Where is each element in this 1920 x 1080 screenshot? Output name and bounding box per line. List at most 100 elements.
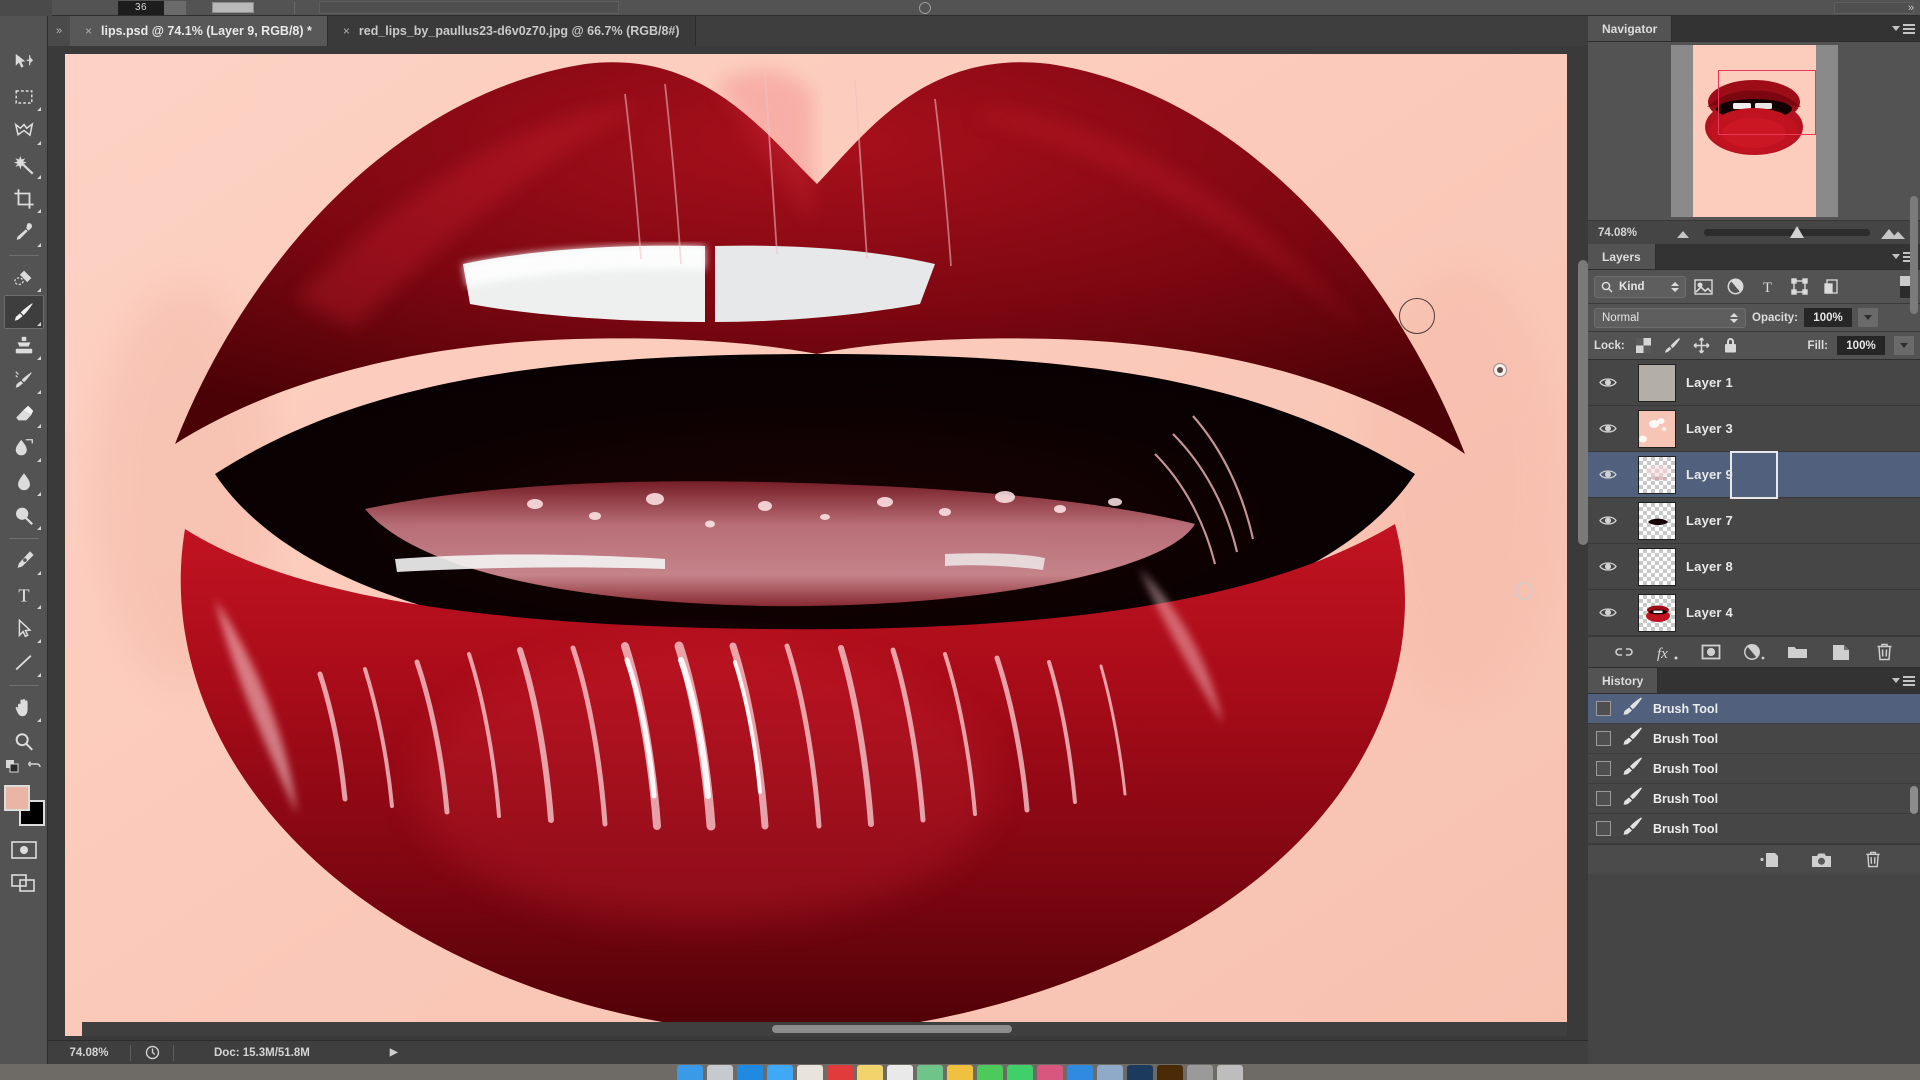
line-tool[interactable] <box>4 646 44 680</box>
blend-mode-select[interactable]: Normal <box>1594 307 1746 328</box>
dock-item-safari[interactable] <box>737 1065 763 1080</box>
eraser-tool[interactable] <box>4 397 44 431</box>
tab-layers[interactable]: Layers <box>1588 244 1656 269</box>
magic-wand-tool[interactable] <box>4 148 44 182</box>
dock-item-calendar[interactable] <box>827 1065 853 1080</box>
zoom-in-icon[interactable] <box>1880 226 1906 240</box>
dock-item-utilities[interactable] <box>1187 1065 1213 1080</box>
status-zoom-level[interactable]: 74.08% <box>48 1047 130 1059</box>
brush-preview-icon[interactable] <box>0 0 52 16</box>
options-right-field[interactable] <box>1834 1 1914 14</box>
kind-stepper-icon[interactable] <box>1671 281 1679 292</box>
layers-scrollbar[interactable] <box>1910 196 1918 314</box>
foreground-color-swatch[interactable] <box>3 785 30 811</box>
collapse-panels-icon[interactable]: » <box>1908 2 1914 14</box>
brush-size-stepper[interactable] <box>164 0 186 15</box>
zoom-tool[interactable] <box>4 725 44 759</box>
airbrush-icon[interactable] <box>919 1 931 14</box>
layer-row[interactable]: Layer 4 <box>1588 590 1920 636</box>
history-snapshot-checkbox[interactable] <box>1596 701 1611 716</box>
dock-item-reminders[interactable] <box>887 1065 913 1080</box>
layer-thumbnail-cell[interactable] <box>1628 593 1686 632</box>
dock-item-notes[interactable] <box>857 1065 883 1080</box>
history-brush-tool[interactable] <box>4 363 44 397</box>
create-snapshot-icon[interactable] <box>1808 847 1834 873</box>
layer-row[interactable]: Layer 7 <box>1588 498 1920 544</box>
options-field[interactable] <box>319 1 619 14</box>
history-state-row[interactable]: Brush Tool <box>1588 784 1920 814</box>
shape-filter-icon[interactable] <box>1784 274 1814 300</box>
history-panel-menu[interactable] <box>1886 668 1920 693</box>
dock-item-contacts[interactable] <box>797 1065 823 1080</box>
lock-position-icon[interactable] <box>1692 336 1712 356</box>
opacity-dropdown-icon[interactable] <box>1858 308 1879 327</box>
clone-stamp-tool[interactable] <box>4 329 44 363</box>
layer-thumbnail[interactable] <box>1638 363 1676 402</box>
layer-thumbnail[interactable] <box>1638 593 1676 632</box>
navigator-thumbnail[interactable] <box>1670 45 1838 217</box>
tab-navigator[interactable]: Navigator <box>1588 16 1673 41</box>
add-layer-mask-icon[interactable] <box>1698 639 1724 665</box>
pixel-filter-icon[interactable] <box>1688 274 1718 300</box>
hamburger-icon[interactable] <box>1902 675 1915 686</box>
add-layer-style-icon[interactable]: fx <box>1654 639 1680 665</box>
navigator-zoom-track[interactable] <box>1704 226 1870 238</box>
dock-item-facetime[interactable] <box>1007 1065 1033 1080</box>
navigator-zoom-slider[interactable] <box>1676 226 1920 240</box>
layer-visibility-toggle[interactable] <box>1588 422 1628 435</box>
delete-layer-icon[interactable] <box>1871 639 1897 665</box>
fill-dropdown-icon[interactable] <box>1894 336 1914 355</box>
crop-tool[interactable] <box>4 182 44 216</box>
lasso-tool[interactable] <box>4 114 44 148</box>
create-document-from-state-icon[interactable] <box>1756 847 1782 873</box>
history-state-row[interactable]: Brush Tool <box>1588 814 1920 844</box>
dodge-tool[interactable] <box>4 499 44 533</box>
smart-object-filter-icon[interactable] <box>1816 274 1846 300</box>
status-expand-icon[interactable]: ▶ <box>390 1047 398 1058</box>
document-tab-red-lips-jpg[interactable]: × red_lips_by_paullus23-d6v0z70.jpg @ 66… <box>327 16 696 46</box>
history-snapshot-checkbox[interactable] <box>1596 761 1611 776</box>
healing-brush-tool[interactable] <box>4 261 44 295</box>
layer-row[interactable]: Layer 8 <box>1588 544 1920 590</box>
navigator-zoom-knob[interactable] <box>1790 226 1805 238</box>
eyedropper-tool[interactable] <box>4 216 44 250</box>
gradient-tool[interactable] <box>4 431 44 465</box>
blur-tool[interactable] <box>4 465 44 499</box>
layer-thumbnail-cell[interactable] <box>1628 363 1686 402</box>
blend-stepper-icon[interactable] <box>1730 312 1738 323</box>
dock-item-illustrator[interactable] <box>1157 1065 1183 1080</box>
close-icon[interactable]: × <box>85 24 92 38</box>
move-tool[interactable] <box>4 46 44 80</box>
path-selection-tool[interactable] <box>4 612 44 646</box>
history-scrollbar[interactable] <box>1910 786 1918 814</box>
dock-item-finder[interactable] <box>677 1065 703 1080</box>
layer-visibility-toggle[interactable] <box>1588 560 1628 573</box>
document-thumbnail-icon[interactable] <box>131 1045 173 1060</box>
layer-visibility-toggle[interactable] <box>1588 606 1628 619</box>
fill-input[interactable]: 100% <box>1837 336 1885 355</box>
opacity-input[interactable]: 100% <box>1804 308 1853 327</box>
chevron-down-icon[interactable] <box>1891 254 1900 259</box>
canvas-hscroll-thumb[interactable] <box>772 1025 1012 1033</box>
history-state-row[interactable]: Brush Tool <box>1588 694 1920 724</box>
lock-transparent-pixels-icon[interactable] <box>1634 336 1654 356</box>
chevron-down-icon[interactable] <box>1891 678 1900 683</box>
hand-tool[interactable] <box>4 691 44 725</box>
lock-all-icon[interactable] <box>1721 336 1741 356</box>
tab-history[interactable]: History <box>1588 668 1659 693</box>
marquee-tool[interactable] <box>4 80 44 114</box>
history-state-row[interactable]: Brush Tool <box>1588 754 1920 784</box>
dock-item-photoshop[interactable] <box>1127 1065 1153 1080</box>
brush-tool[interactable] <box>3 295 44 329</box>
layer-visibility-toggle[interactable] <box>1588 468 1628 481</box>
adjustment-filter-icon[interactable] <box>1720 274 1750 300</box>
layer-row[interactable]: Layer 1 <box>1588 360 1920 406</box>
image-canvas[interactable] <box>65 54 1567 1036</box>
chevron-down-icon[interactable] <box>1891 26 1900 31</box>
history-snapshot-checkbox[interactable] <box>1596 821 1611 836</box>
type-filter-icon[interactable]: T <box>1752 274 1782 300</box>
layer-visibility-toggle[interactable] <box>1588 514 1628 527</box>
layer-filter-kind-select[interactable]: Kind <box>1594 275 1686 298</box>
hamburger-icon[interactable] <box>1902 23 1915 34</box>
layer-thumbnail[interactable] <box>1638 409 1676 448</box>
